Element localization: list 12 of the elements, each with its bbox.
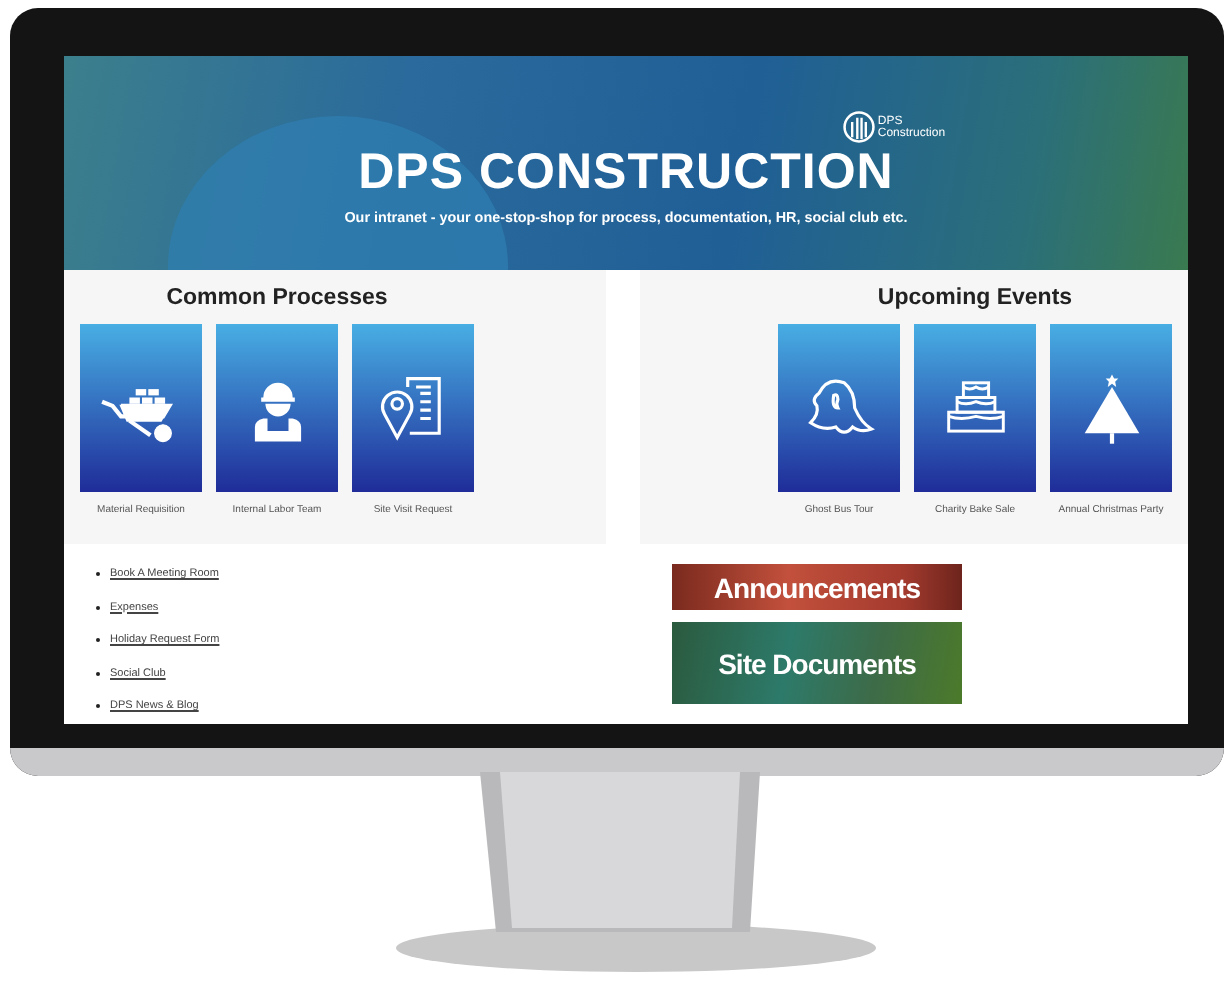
section-title: Upcoming Events: [877, 286, 1073, 310]
tile-link[interactable]: [216, 324, 338, 492]
tile-link[interactable]: [1050, 324, 1172, 492]
tile-link[interactable]: [80, 324, 202, 492]
banner-link[interactable]: Site Documents: [672, 622, 962, 704]
tile-link[interactable]: [352, 324, 474, 492]
banner-link[interactable]: Announcements: [672, 564, 962, 610]
section-title: Common Processes: [166, 286, 388, 310]
tile-link[interactable]: [778, 324, 900, 492]
logo-icon: [841, 110, 876, 144]
tile-link[interactable]: [914, 324, 1036, 492]
page-title: DPS CONSTRUCTION: [358, 146, 894, 198]
